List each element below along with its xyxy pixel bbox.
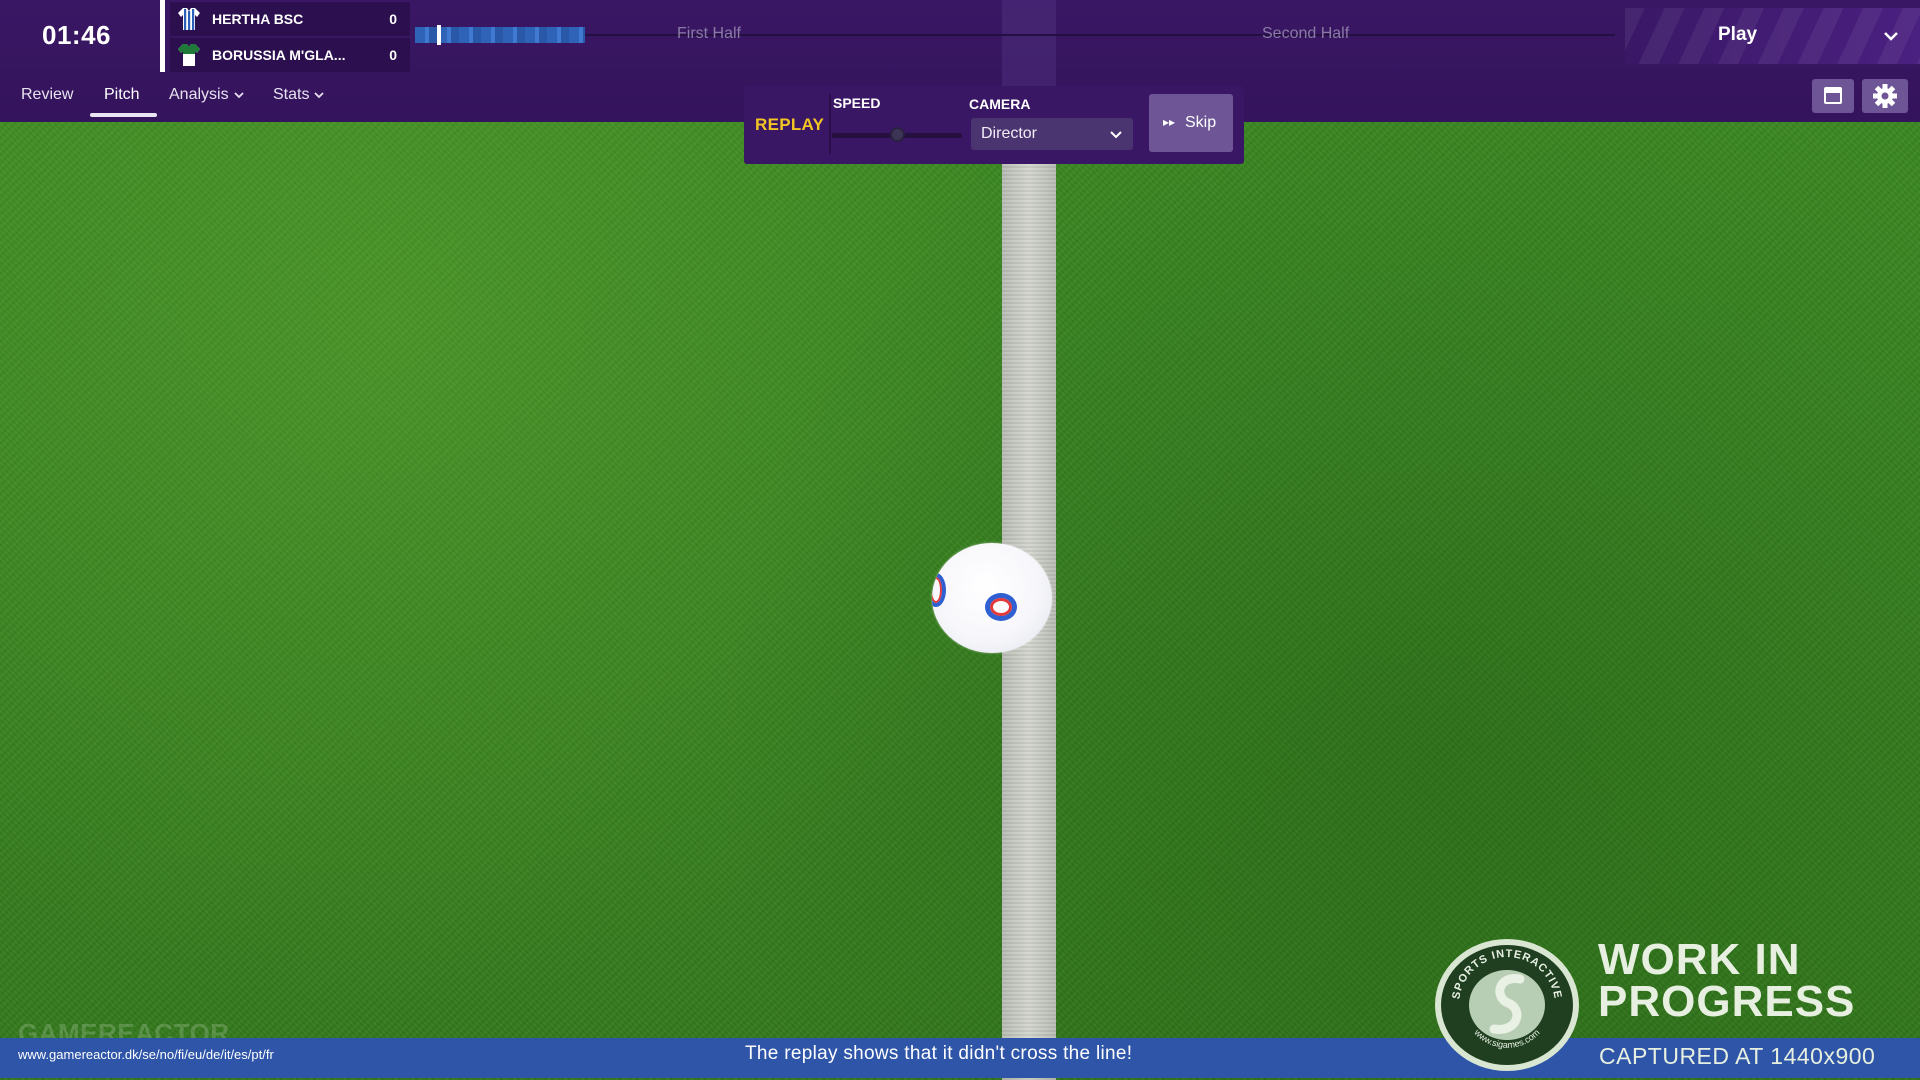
tab-analysis-label: Analysis [169,86,229,103]
chevron-down-icon [314,92,325,99]
away-team-name: BORUSSIA M'GLA... [212,47,346,63]
replay-controls: REPLAY SPEED CAMERA Director ▸▸ Skip [744,86,1244,164]
tab-review[interactable]: Review [21,86,73,104]
timeline-cursor[interactable] [437,25,441,45]
window-icon [1824,87,1842,104]
sports-interactive-logo: SPORTS INTERACTIVE www.sigames.com [1435,939,1579,1071]
settings-button[interactable] [1862,79,1908,113]
tab-review-label: Review [21,86,74,103]
match-timeline[interactable] [415,24,1615,46]
timeline-track [415,34,1615,36]
fast-forward-icon: ▸▸ [1163,115,1176,129]
play-button[interactable]: Play [1625,8,1920,64]
speed-label: SPEED [833,95,881,111]
camera-select-value: Director [981,125,1038,142]
striped-shirt-icon [178,8,200,30]
camera-select[interactable]: Director [971,118,1133,150]
work-in-progress-line2: PROGRESS [1598,977,1856,1026]
caption-text: The replay shows that it didn't cross th… [745,1043,1133,1064]
replay-divider [829,94,831,154]
tab-analysis[interactable]: Analysis [169,86,245,104]
team-separator [160,0,165,72]
caption-url: www.gamereactor.dk/se/no/fi/eu/de/it/es/… [18,1047,274,1062]
match-ball [932,543,1052,653]
away-team-score: 0 [389,47,397,63]
home-team-score: 0 [389,11,397,27]
chevron-down-icon[interactable] [1881,26,1901,46]
work-in-progress-line1: WORK IN [1598,935,1801,984]
speed-slider-handle[interactable] [890,127,905,142]
active-tab-indicator [90,113,157,117]
match-clock: 01:46 [42,20,111,50]
away-team-row: BORUSSIA M'GLA... 0 [170,38,410,72]
green-white-shirt-icon [178,44,200,66]
camera-label: CAMERA [969,96,1031,112]
home-team-row: HERTHA BSC 0 [170,2,410,36]
gear-icon [1873,84,1897,108]
chevron-down-icon [1110,131,1122,139]
layout-button[interactable] [1812,79,1854,113]
replay-label: REPLAY [755,115,825,134]
skip-button[interactable]: ▸▸ Skip [1149,94,1233,152]
play-label: Play [1718,24,1758,45]
tab-stats[interactable]: Stats [273,86,325,104]
second-half-label: Second Half [1262,25,1350,42]
skip-label: Skip [1185,114,1217,131]
first-half-label: First Half [677,25,741,42]
tab-pitch-label: Pitch [104,86,140,103]
home-team-name: HERTHA BSC [212,11,304,27]
tab-stats-label: Stats [273,86,310,103]
chevron-down-icon [233,92,244,99]
tab-pitch[interactable]: Pitch [104,86,140,104]
captured-resolution: CAPTURED AT 1440x900 [1599,1043,1876,1069]
